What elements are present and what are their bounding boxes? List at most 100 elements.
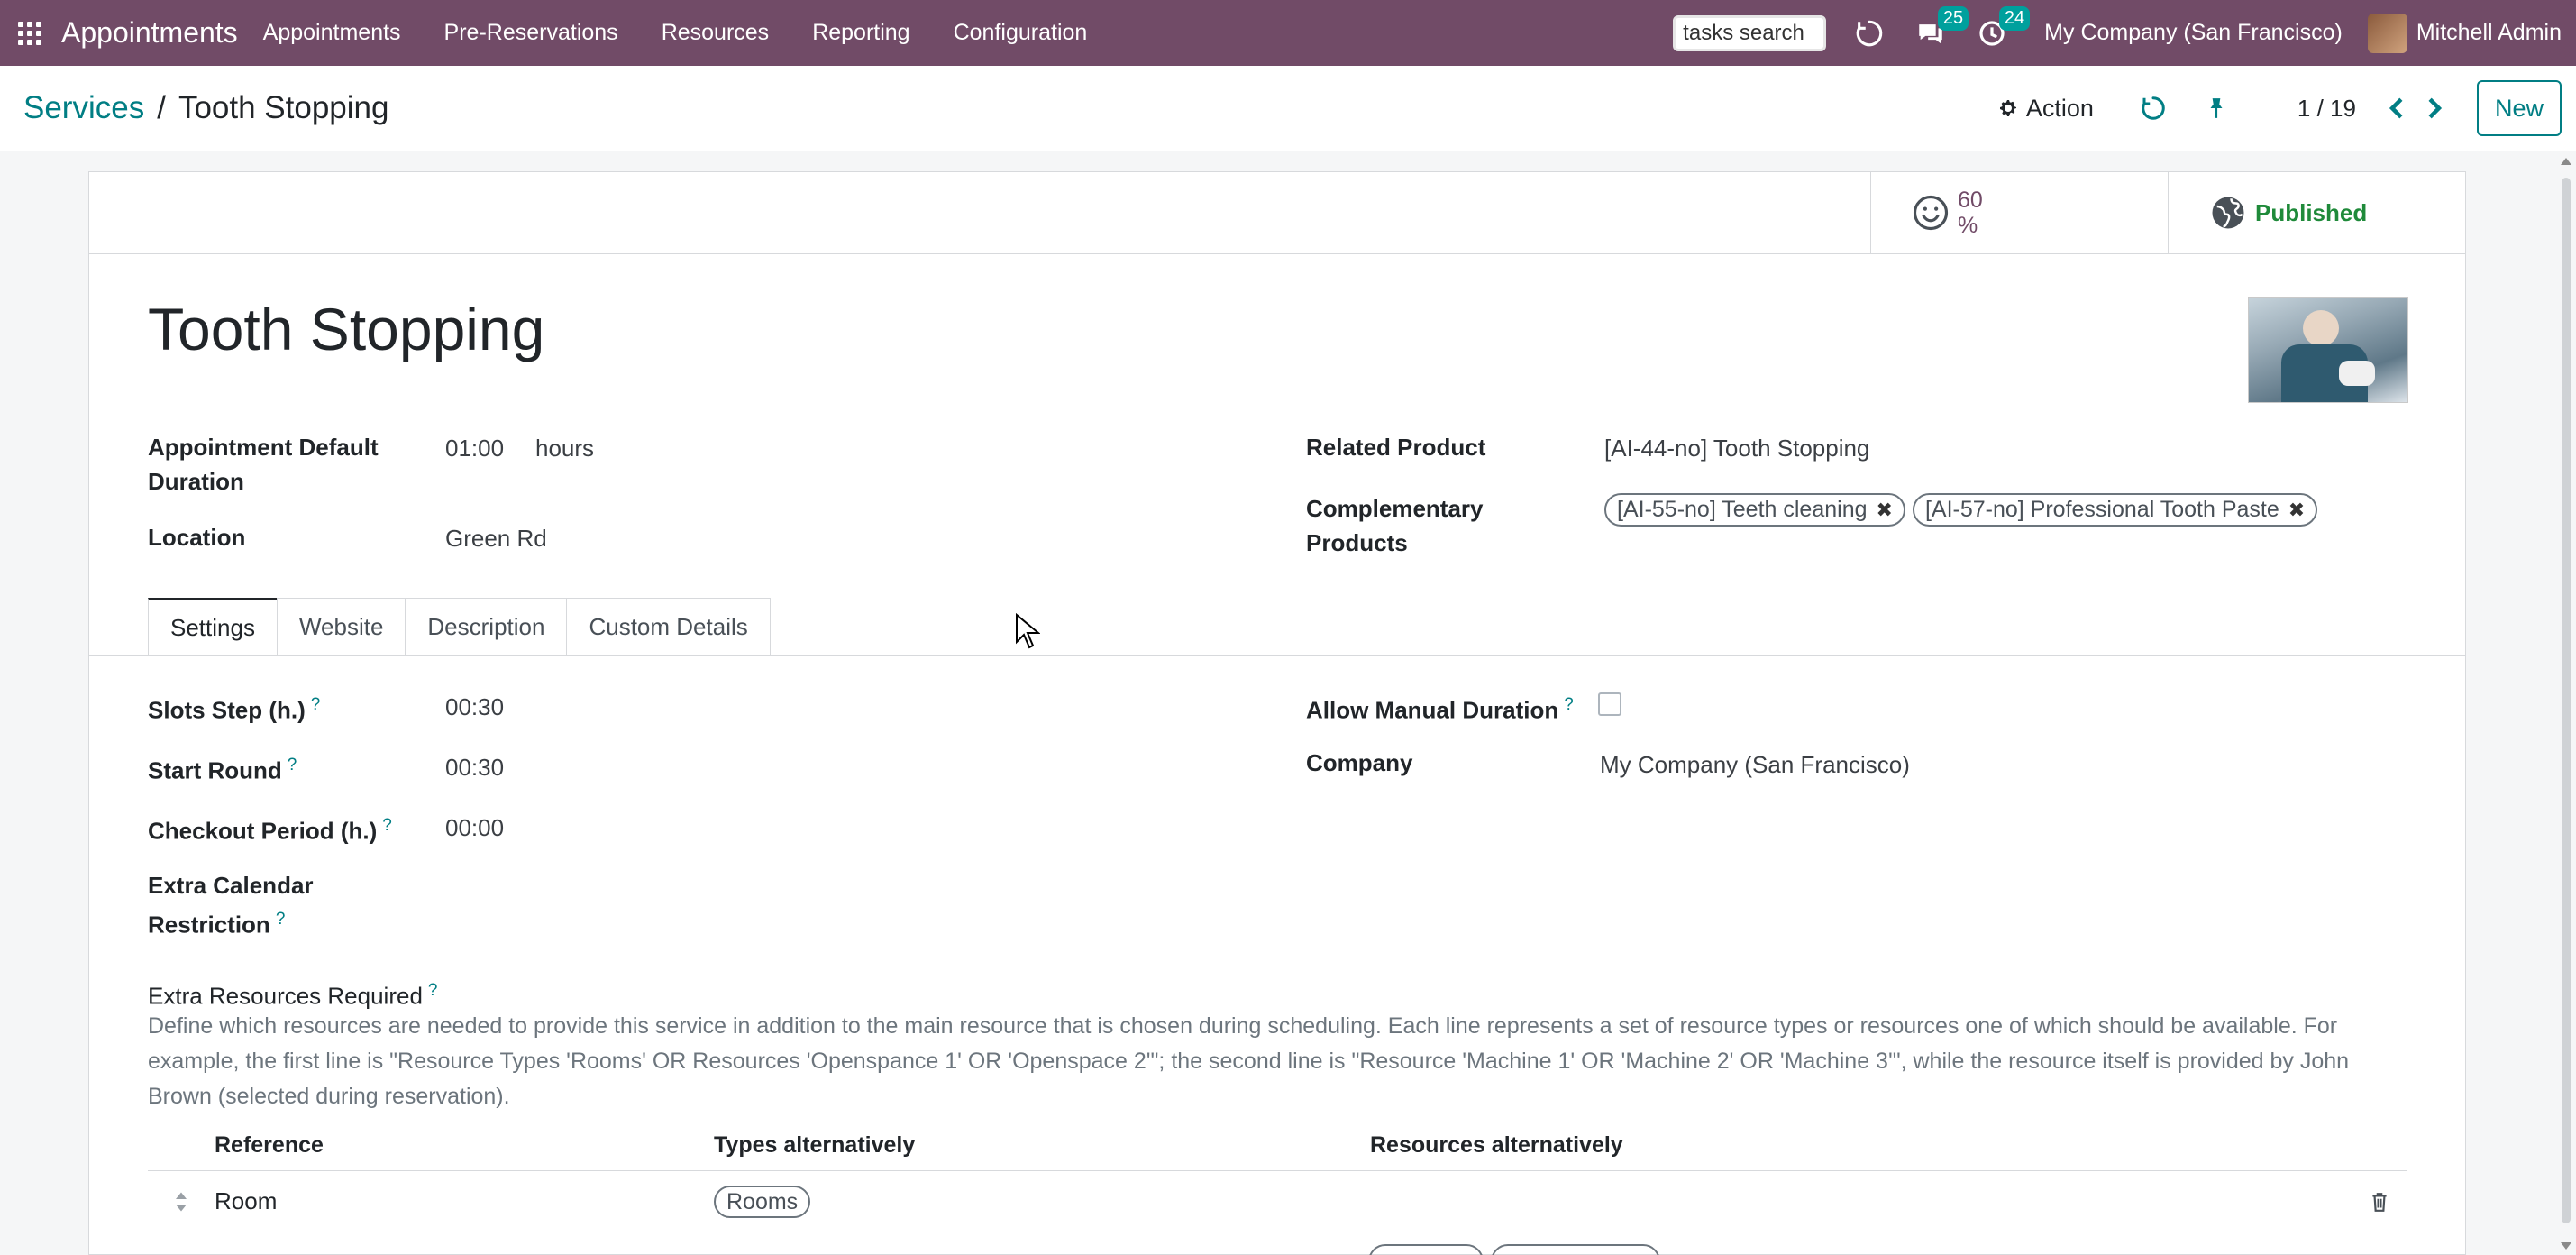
refresh-icon[interactable] (1851, 15, 1887, 51)
company-switcher[interactable]: My Company (San Francisco) (2044, 20, 2343, 46)
apps-menu-icon[interactable] (18, 21, 41, 45)
rating-unit: % (1958, 213, 1978, 238)
slots-step-value[interactable]: 00:30 (445, 690, 504, 724)
help-icon[interactable]: ? (428, 981, 438, 1000)
product-tag[interactable]: [AI-55-no] Teeth cleaning ✖ (1604, 493, 1905, 527)
checkout-period-label: Checkout Period (h.)? (148, 816, 392, 845)
pager-previous-icon[interactable] (2381, 90, 2412, 126)
product-tag[interactable]: [AI-57-no] Professional Tooth Paste ✖ (1912, 493, 2318, 527)
avatar (2367, 13, 2407, 53)
breadcrumb-current: Tooth Stopping (178, 90, 389, 125)
help-icon[interactable]: ? (288, 756, 297, 774)
drag-handle-icon[interactable] (148, 1191, 215, 1213)
pin-icon[interactable] (2198, 90, 2234, 126)
resource-tag[interactable] (1491, 1244, 1660, 1255)
tab-custom-details[interactable]: Custom Details (566, 598, 771, 655)
menu-reporting[interactable]: Reporting (812, 20, 909, 46)
gear-icon (1999, 100, 2016, 116)
tab-description[interactable]: Description (405, 598, 568, 655)
row-types[interactable]: Rooms (714, 1186, 1370, 1218)
default-duration-value[interactable]: 01:00 (445, 431, 504, 465)
button-box: 60 % Published (89, 172, 2465, 254)
messages-icon[interactable]: 25 (1913, 5, 1969, 51)
tab-settings[interactable]: Settings (148, 598, 278, 655)
main-menu: Appointments Pre-Reservations Resources … (263, 20, 1131, 46)
location-value[interactable]: Green Rd (445, 521, 547, 555)
help-icon[interactable]: ? (382, 816, 392, 835)
company-label: Company (1306, 749, 1413, 776)
complementary-products-tags[interactable]: [AI-55-no] Teeth cleaning ✖ [AI-57-no] P… (1604, 493, 2318, 527)
rating-value: 60 (1958, 188, 1983, 213)
new-button[interactable]: New (2476, 80, 2562, 136)
extra-resources-label: Extra Resources Required? (148, 981, 438, 1010)
help-icon[interactable]: ? (1564, 695, 1574, 714)
related-product-value[interactable]: [AI-44-no] Tooth Stopping (1604, 431, 1869, 465)
scroll-up-icon[interactable] (2561, 158, 2571, 165)
record-title[interactable]: Tooth Stopping (148, 295, 544, 363)
rating-value-group: 60 % (1958, 188, 1983, 238)
top-navbar: Appointments Appointments Pre-Reservatio… (0, 0, 2576, 66)
menu-resources[interactable]: Resources (662, 20, 770, 46)
location-label: Location (148, 524, 246, 551)
start-round-value[interactable]: 00:30 (445, 750, 504, 784)
product-tag-label: [AI-57-no] Professional Tooth Paste (1924, 497, 2279, 522)
published-stat-button[interactable]: Published (2168, 172, 2466, 253)
scroll-down-icon[interactable] (2561, 1242, 2571, 1250)
trash-icon[interactable] (2352, 1191, 2407, 1213)
company-value[interactable]: My Company (San Francisco) (1600, 747, 1910, 782)
default-duration-unit: hours (535, 435, 595, 462)
smile-icon (1904, 194, 1958, 232)
app-title[interactable]: Appointments (61, 16, 238, 50)
notebook-tabs: Settings Website Description Custom Deta… (148, 598, 771, 655)
activities-clock-icon[interactable]: 24 (1974, 5, 2031, 51)
default-duration-label: Appointment Default Duration (148, 434, 379, 495)
remove-tag-icon[interactable]: ✖ (2288, 499, 2305, 522)
published-label: Published (2255, 198, 2368, 226)
row-reference[interactable]: Room (215, 1187, 714, 1215)
header-reference[interactable]: Reference (215, 1132, 714, 1159)
breadcrumb-services[interactable]: Services (23, 90, 144, 126)
menu-configuration[interactable]: Configuration (954, 20, 1088, 46)
type-tag[interactable]: Rooms (714, 1186, 811, 1218)
breadcrumb: Services / Tooth Stopping (23, 90, 388, 126)
resource-tag[interactable] (1368, 1244, 1484, 1255)
globe-icon (2201, 194, 2255, 232)
table-row-partial (148, 1244, 2407, 1255)
reload-icon[interactable] (2135, 90, 2171, 126)
tasks-search-input[interactable]: tasks search (1673, 14, 1827, 51)
header-types-alternatively[interactable]: Types alternatively (714, 1132, 1370, 1159)
extra-calendar-restriction-label: Extra Calendar Restriction? (148, 872, 314, 939)
page-scrollbar[interactable] (2556, 151, 2576, 1255)
mouse-cursor-icon (1015, 612, 1041, 654)
remove-tag-icon[interactable]: ✖ (1877, 499, 1893, 522)
table-row[interactable]: Room Rooms (148, 1171, 2407, 1232)
allow-manual-duration-checkbox[interactable] (1598, 692, 1621, 716)
product-tag-label: [AI-55-no] Teeth cleaning (1617, 497, 1868, 522)
complementary-products-label: Complementary Products (1306, 495, 1484, 556)
menu-appointments[interactable]: Appointments (263, 20, 401, 46)
menu-pre-reservations[interactable]: Pre-Reservations (444, 20, 618, 46)
slots-step-label: Slots Step (h.)? (148, 695, 321, 724)
breadcrumb-separator: / (157, 90, 166, 125)
messages-count-badge: 25 (1937, 5, 1969, 31)
help-icon[interactable]: ? (311, 695, 321, 714)
user-menu[interactable]: Mitchell Admin (2367, 13, 2562, 53)
action-label: Action (2025, 94, 2094, 122)
table-header: Reference Types alternatively Resources … (148, 1121, 2407, 1171)
header-resources-alternatively[interactable]: Resources alternatively (1370, 1132, 2352, 1159)
pager-value[interactable]: 1 / 19 (2297, 95, 2356, 123)
allow-manual-duration-label: Allow Manual Duration? (1306, 695, 1574, 724)
help-icon[interactable]: ? (276, 910, 286, 929)
control-panel: Services / Tooth Stopping Action 1 / 19 … (0, 66, 2576, 151)
extra-resources-description: Define which resources are needed to pro… (148, 1013, 2350, 1109)
tabs-divider (88, 655, 2466, 656)
service-image[interactable] (2248, 297, 2408, 403)
activities-count-badge: 24 (1998, 5, 2031, 31)
user-name: Mitchell Admin (2416, 20, 2562, 45)
pager-next-icon[interactable] (2419, 90, 2450, 126)
checkout-period-value[interactable]: 00:00 (445, 811, 504, 845)
scrollbar-thumb[interactable] (2562, 178, 2571, 1223)
action-button[interactable]: Action (1997, 95, 2094, 123)
tab-website[interactable]: Website (276, 598, 406, 655)
rating-stat-button[interactable]: 60 % (1870, 172, 2169, 253)
